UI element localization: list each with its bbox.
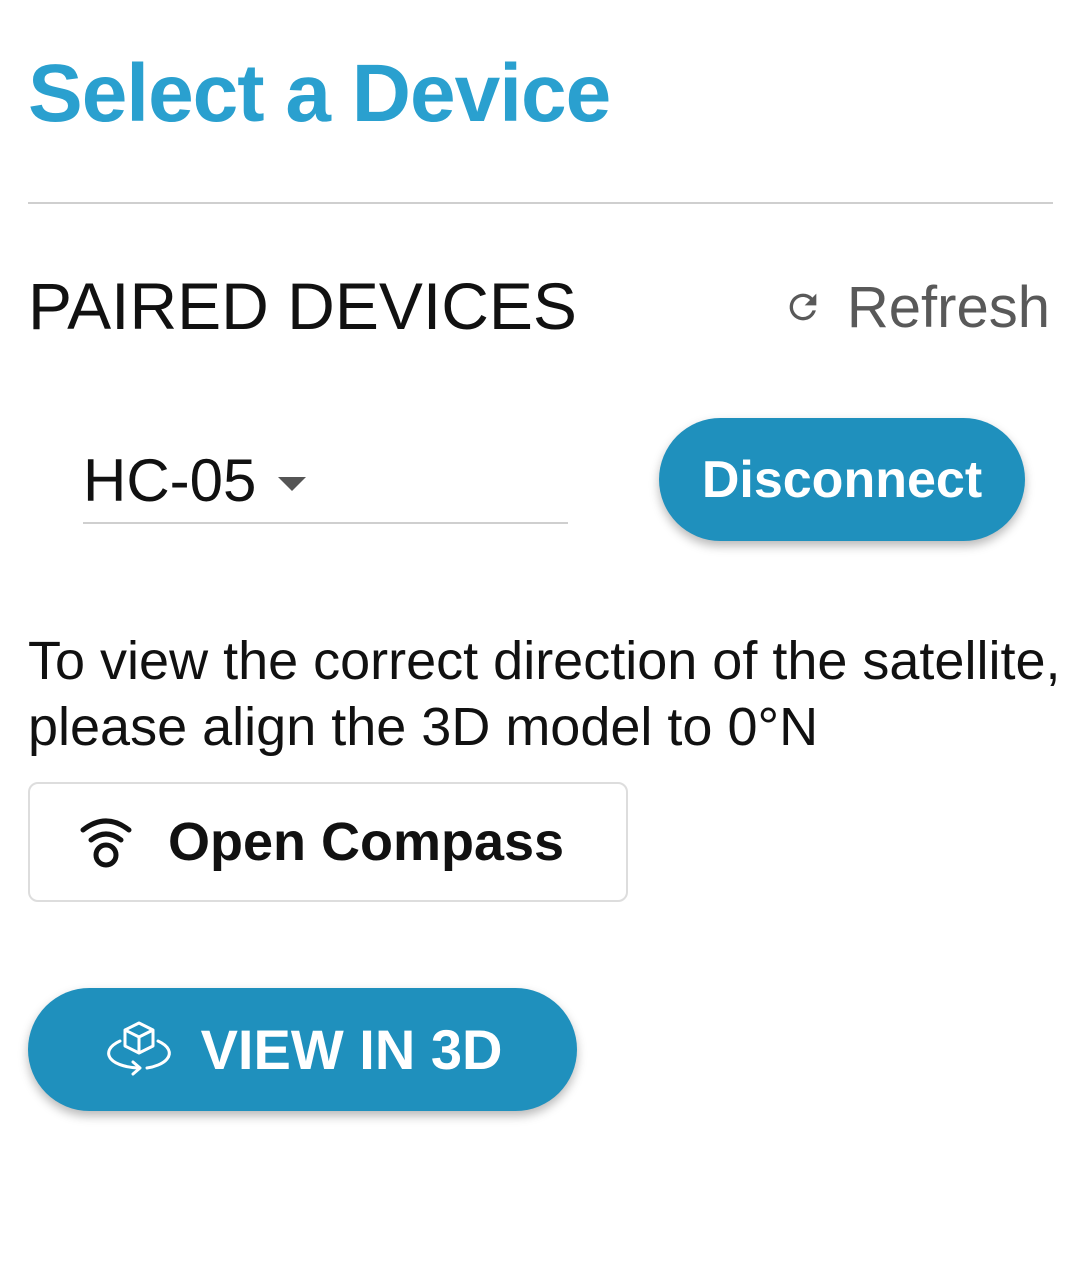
open-compass-button[interactable]: Open Compass — [28, 782, 628, 902]
cube-rotate-icon — [106, 1021, 171, 1075]
disconnect-button[interactable]: Disconnect — [659, 418, 1025, 541]
view-in-3d-button[interactable]: VIEW IN 3D — [28, 988, 577, 1111]
refresh-icon — [789, 293, 817, 321]
refresh-button[interactable]: Refresh — [783, 272, 1050, 342]
view-in-3d-label: VIEW IN 3D — [200, 1018, 503, 1081]
device-dropdown[interactable]: HC-05 — [83, 440, 568, 524]
instructions-text: To view the correct direction of the sat… — [28, 631, 1061, 757]
header-divider — [28, 202, 1053, 204]
refresh-label: Refresh — [846, 274, 1050, 340]
chevron-down-icon — [278, 477, 307, 491]
open-compass-label: Open Compass — [168, 812, 565, 872]
selected-device: HC-05 — [83, 447, 257, 514]
page-title: Select a Device — [28, 48, 611, 139]
paired-devices-label: PAIRED DEVICES — [28, 269, 577, 343]
compass-icon — [80, 818, 132, 868]
